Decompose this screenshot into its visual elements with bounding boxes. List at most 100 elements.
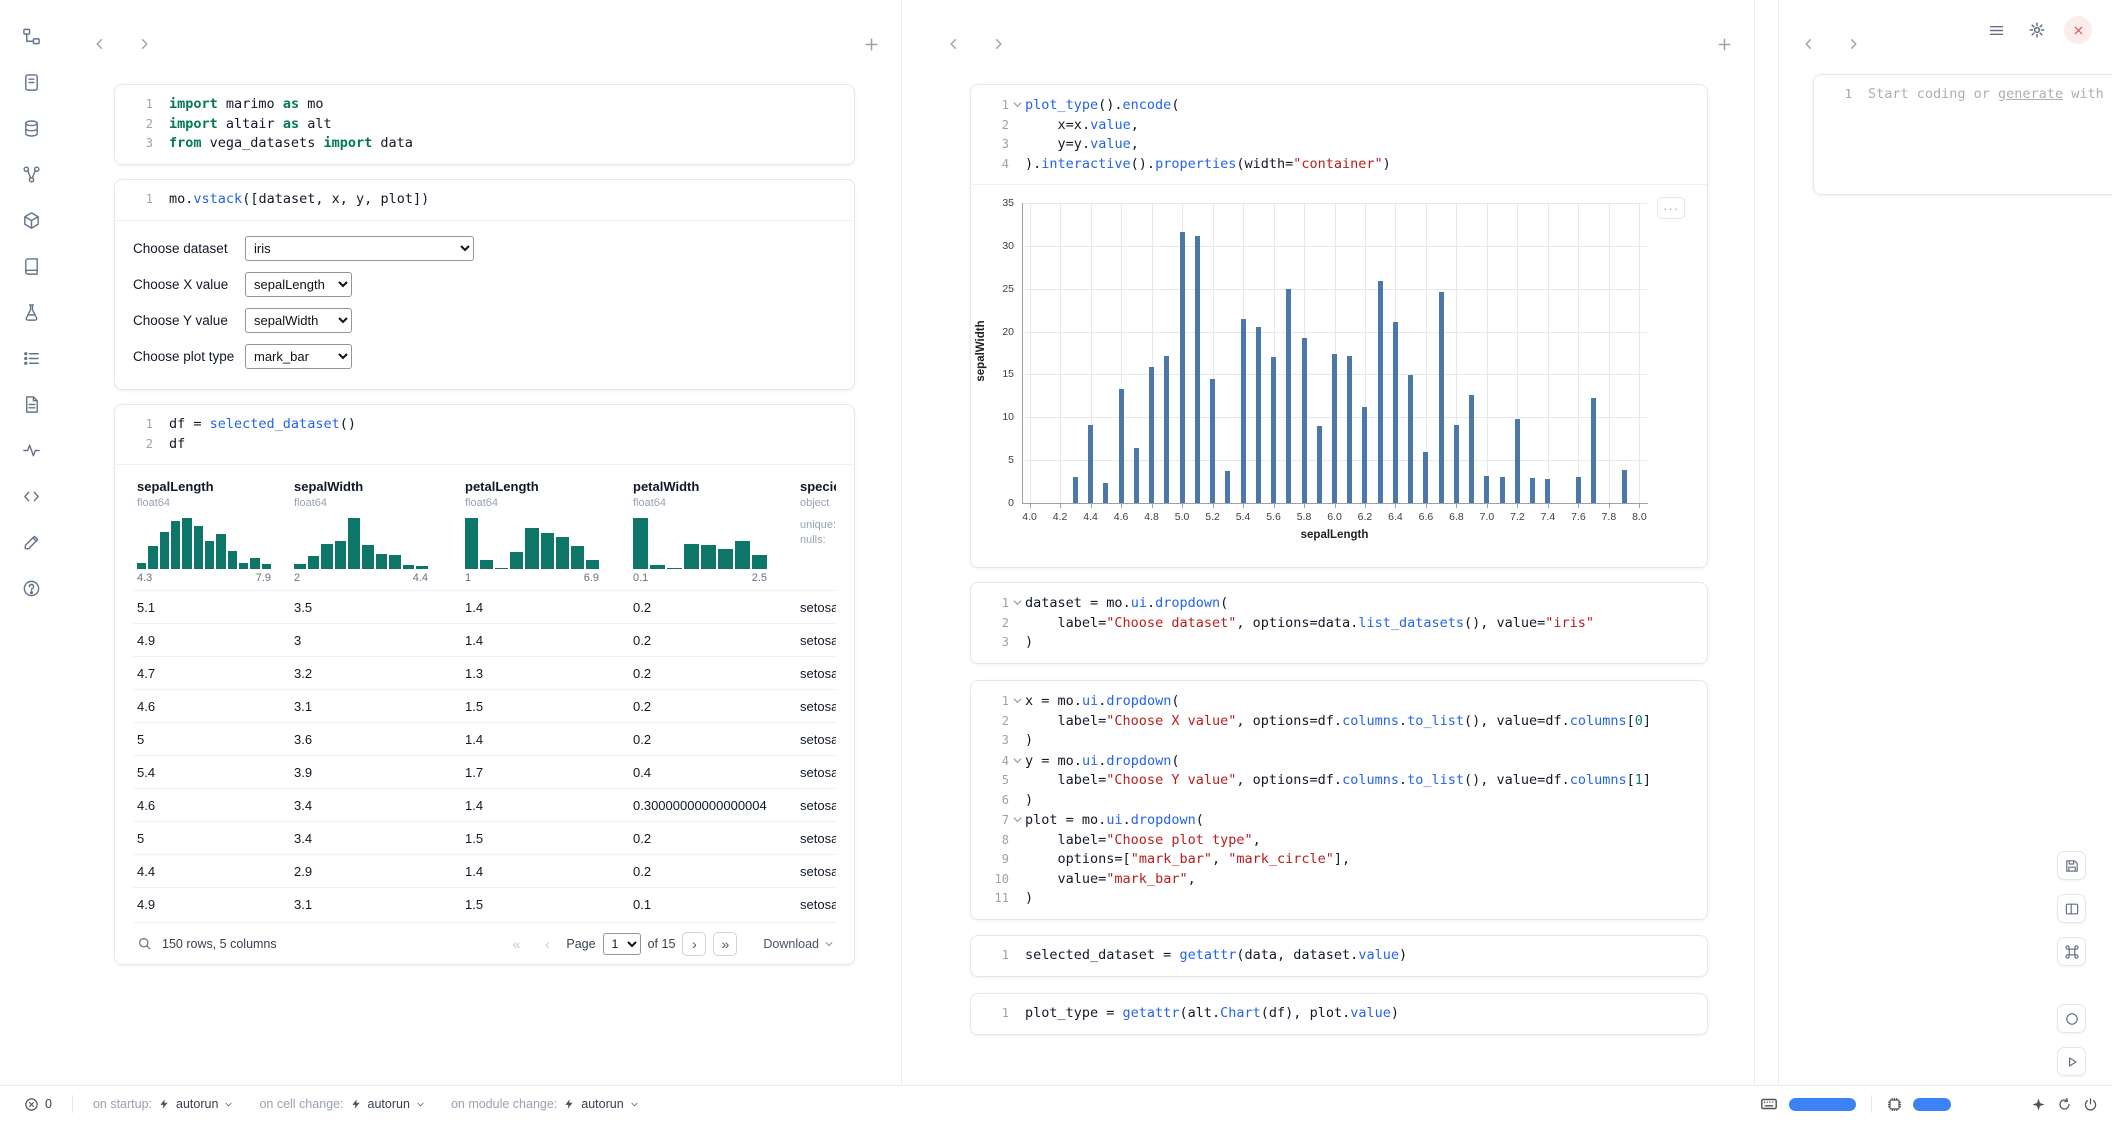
plot-type-select[interactable]: mark_bar (245, 344, 352, 369)
column-header-petalWidth[interactable]: petalWidth float64 0.12.5 (629, 469, 796, 590)
table-cell: setosa (796, 798, 836, 813)
fold-icon[interactable] (1009, 95, 1025, 115)
plus-icon[interactable] (1710, 30, 1738, 58)
ai-copilot-icon[interactable] (2031, 1097, 2046, 1112)
cell-plot: 1plot_type().encode(2 x=x.value,3 y=y.va… (970, 84, 1708, 568)
column-left-icon[interactable] (86, 30, 114, 58)
memory-usage-meter[interactable] (1913, 1098, 1951, 1111)
code-editor[interactable]: 1x = mo.ui.dropdown(2 label="Choose X va… (971, 681, 1707, 919)
on-module-change-chip[interactable]: on module change: autorun (441, 1091, 649, 1117)
hist-bar (735, 541, 750, 569)
rules-icon[interactable] (15, 342, 47, 374)
hist-bar (701, 545, 716, 569)
code-editor[interactable]: 1df = selected_dataset()2df (115, 405, 854, 464)
file-tree-icon[interactable] (15, 20, 47, 52)
column-right-icon[interactable] (1839, 30, 1867, 58)
page-select[interactable]: 1 (603, 933, 641, 955)
shortcuts-button[interactable] (2057, 937, 2086, 966)
download-button[interactable]: Download (763, 937, 834, 951)
snippets-icon[interactable] (15, 480, 47, 512)
circle-x-icon (24, 1097, 39, 1112)
hist-bar (205, 541, 214, 569)
hist-bar (480, 560, 493, 569)
column-header-species[interactable]: species object unique: nulls: (796, 469, 836, 590)
fold-icon[interactable] (1009, 810, 1025, 830)
tracebacks-icon[interactable] (15, 434, 47, 466)
code-editor[interactable]: 1 Start coding or generate with AI (1814, 75, 2112, 115)
gear-icon[interactable] (2023, 16, 2051, 44)
layout-button[interactable] (2057, 894, 2086, 923)
fold-icon[interactable] (1009, 691, 1025, 711)
annotations-icon[interactable] (15, 526, 47, 558)
column-minmax: 0.12.5 (633, 572, 767, 584)
dependencies-icon[interactable] (15, 158, 47, 190)
code-editor[interactable]: 1dataset = mo.ui.dropdown(2 label="Choos… (971, 583, 1707, 663)
run-all-button[interactable] (2057, 1047, 2086, 1076)
column-right-icon[interactable] (130, 30, 158, 58)
scratchpad-icon[interactable] (15, 296, 47, 328)
chart-bar (1225, 471, 1230, 503)
column-left-icon[interactable] (940, 30, 968, 58)
column-meta: unique: nulls: (800, 518, 836, 548)
help-icon[interactable] (15, 572, 47, 604)
restart-icon[interactable] (2057, 1097, 2072, 1112)
documentation-icon[interactable] (15, 388, 47, 420)
errors-indicator[interactable]: 0 (14, 1091, 62, 1117)
hist-bar (525, 528, 538, 569)
column-header-sepalWidth[interactable]: sepalWidth float64 24.4 (290, 469, 461, 590)
code-text: dataset = mo.ui.dropdown( (1025, 594, 1228, 614)
on-cell-change-chip[interactable]: on cell change: autorun (249, 1091, 435, 1117)
keyboard-icon[interactable] (1760, 1095, 1778, 1113)
x-value-select[interactable]: sepalLength (245, 272, 352, 297)
add-column-button[interactable] (1710, 30, 1738, 58)
fold-icon[interactable] (1009, 751, 1025, 771)
notebook-icon[interactable] (15, 66, 47, 98)
on-startup-chip[interactable]: on startup: autorun (83, 1091, 243, 1117)
code-editor[interactable]: 1import marimo as mo2import altair as al… (115, 85, 854, 164)
search-icon[interactable] (137, 936, 152, 951)
logs-icon[interactable] (15, 250, 47, 282)
plus-icon[interactable] (857, 30, 885, 58)
line-number: 2 (119, 115, 153, 135)
code-editor[interactable]: 1mo.vstack([dataset, x, y, plot]) (115, 180, 854, 220)
last-page-button[interactable]: » (713, 932, 737, 956)
datasources-icon[interactable] (15, 112, 47, 144)
table-cell: 4.6 (133, 699, 290, 714)
code-editor[interactable]: 1plot_type().encode(2 x=x.value,3 y=y.va… (971, 85, 1707, 184)
cpu-usage-meter[interactable] (1789, 1098, 1856, 1111)
first-page-button[interactable]: « (504, 932, 528, 956)
generate-link[interactable]: generate (1998, 86, 2063, 102)
table-cell: setosa (796, 633, 836, 648)
table-row: 4.73.21.30.2setosa (133, 656, 836, 689)
chart-options-button[interactable]: ··· (1657, 197, 1685, 219)
fold-icon[interactable] (1009, 593, 1025, 613)
column-right-icon[interactable] (984, 30, 1012, 58)
floppy-icon (2064, 858, 2080, 874)
export-button[interactable] (2057, 851, 2086, 880)
code-text: plot = mo.ui.dropdown( (1025, 811, 1204, 831)
shutdown-icon[interactable] (2083, 1097, 2098, 1112)
code-editor[interactable]: 1selected_dataset = getattr(data, datase… (971, 936, 1707, 976)
code-line: 2 label="Choose dataset", options=data.l… (975, 614, 1697, 634)
code-line: 1mo.vstack([dataset, x, y, plot]) (119, 190, 844, 210)
packages-icon[interactable] (15, 204, 47, 236)
dataset-select[interactable]: iris (245, 236, 474, 261)
scratch-button[interactable] (2057, 1004, 2086, 1033)
menu-icon[interactable] (1982, 16, 2010, 44)
chevron-down-icon (630, 1100, 639, 1109)
prev-page-button[interactable]: ‹ (535, 932, 559, 956)
statusbar-right (1760, 1095, 2098, 1113)
cell-xy-plot-dropdowns: 1x = mo.ui.dropdown(2 label="Choose X va… (970, 680, 1708, 920)
add-column-button[interactable] (857, 30, 885, 58)
next-page-button[interactable]: › (682, 932, 706, 956)
close-icon[interactable] (2064, 16, 2092, 44)
column-header-sepalLength[interactable]: sepalLength float64 4.37.9 (133, 469, 290, 590)
column-left-icon[interactable] (1795, 30, 1823, 58)
code-text: df = selected_dataset() (169, 415, 356, 435)
command-icon (2064, 944, 2080, 960)
table-cell: 4.6 (133, 798, 290, 813)
column-histogram (633, 518, 767, 569)
y-value-select[interactable]: sepalWidth (245, 308, 352, 333)
column-header-petalLength[interactable]: petalLength float64 16.9 (461, 469, 629, 590)
code-editor[interactable]: 1plot_type = getattr(alt.Chart(df), plot… (971, 994, 1707, 1034)
